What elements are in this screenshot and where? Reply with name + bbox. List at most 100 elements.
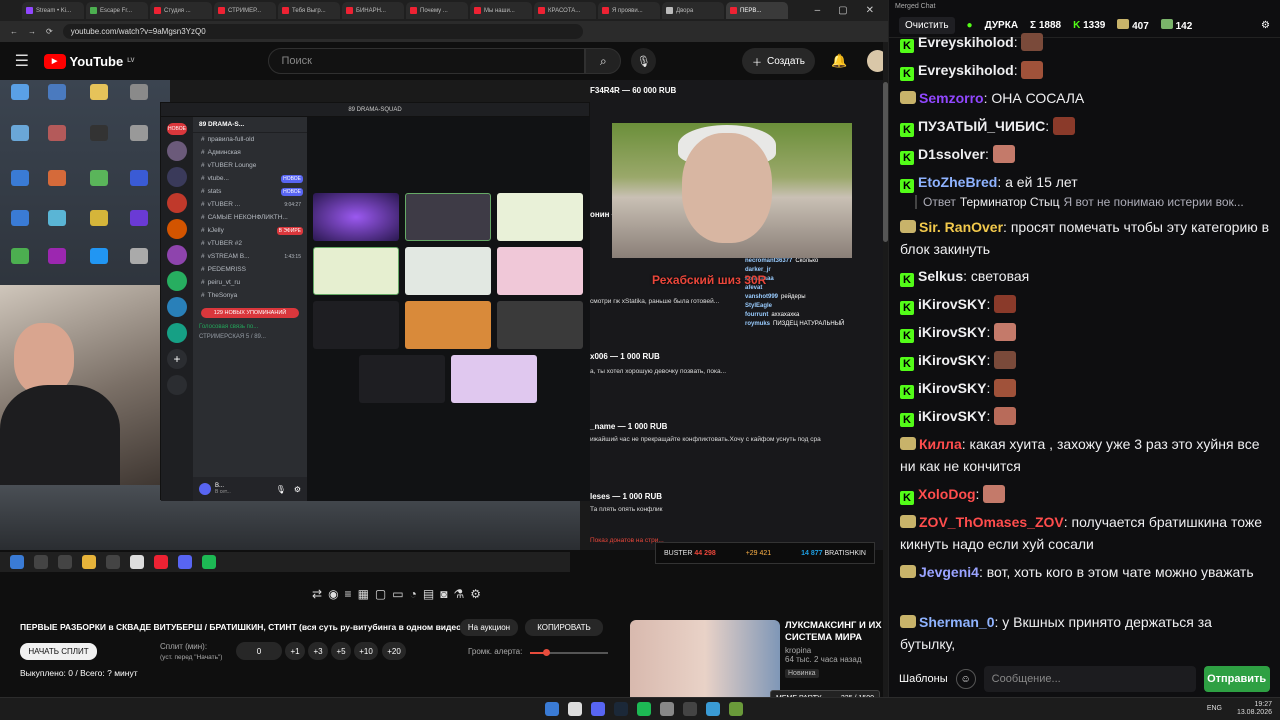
chrome-icon[interactable] (568, 702, 582, 716)
steam-icon[interactable] (614, 702, 628, 716)
emoji-icon[interactable]: ☺ (955, 669, 976, 689)
chat-username[interactable]: EtoZheBred (918, 174, 997, 190)
chat-username[interactable]: iKirovSKY (918, 296, 986, 312)
mic-icon[interactable]: 🎙 (276, 485, 286, 494)
split-input[interactable]: 0 (236, 642, 282, 660)
youtube-logo[interactable]: ▶ YouTube LV (43, 53, 134, 69)
channel-item[interactable]: # TheSonya (193, 289, 307, 302)
split-step-button[interactable]: +10 (354, 642, 378, 660)
participant-tile[interactable] (497, 247, 583, 295)
language-indicator[interactable]: ENG (1207, 705, 1222, 712)
clock[interactable]: 19:27 13.08.2026 (1237, 701, 1272, 717)
discord-server-name[interactable]: 89 DRAMA-S... (193, 117, 307, 133)
app-icon[interactable] (660, 702, 674, 716)
channel-item[interactable]: # vSTREAM B... 1:43:15 (193, 250, 307, 263)
browser-tab[interactable]: Мы наши... (470, 2, 532, 19)
participant-tile[interactable] (405, 247, 491, 295)
split-step-button[interactable]: +5 (331, 642, 351, 660)
channel-item[interactable]: # kJelly В ЭФИРЕ (193, 224, 307, 237)
chat-username[interactable]: Sherman_0 (919, 614, 994, 630)
browser-tab[interactable]: Stream • Ki... (22, 2, 84, 19)
browser-tab[interactable]: КРАСОТА... (534, 2, 596, 19)
settings-icon[interactable]: ⚙ (470, 587, 481, 601)
participant-tile[interactable] (497, 301, 583, 349)
subtitles-icon[interactable]: ▤ (423, 587, 434, 601)
participant-tile[interactable] (405, 193, 491, 241)
browser-tab[interactable]: Двора (662, 2, 724, 19)
address-bar[interactable]: youtube.com/watch?v=9aMgsn3YzQ0 (62, 24, 583, 39)
channel-item[interactable]: # vTUBER Lounge (193, 159, 307, 172)
discord-icon[interactable] (591, 702, 605, 716)
channel-item[interactable]: # vtube... НОВОЕ (193, 172, 307, 185)
split-step-button[interactable]: +3 (308, 642, 328, 660)
participant-tile[interactable] (313, 247, 399, 295)
participant-tile[interactable] (405, 301, 491, 349)
channel-item[interactable]: # vTUBER #2 (193, 237, 307, 250)
recommended-info[interactable]: ЛУКСМАКСИНГ И ИХ СИСТЕМА МИРА kropina 64… (785, 620, 885, 678)
audio-icon[interactable]: ◉ (328, 587, 338, 601)
chat-username[interactable]: ПУЗАТЫЙ_ЧИБИС (918, 118, 1045, 134)
browser-tab[interactable]: БИНАРН... (342, 2, 404, 19)
participant-tile[interactable] (359, 355, 445, 403)
browser-tab[interactable]: ПЕРВ... (726, 2, 788, 19)
microphone-icon[interactable]: 🎙 (631, 48, 656, 74)
server-icon[interactable] (167, 193, 187, 213)
participant-tile[interactable] (451, 355, 537, 403)
screenshot-icon[interactable]: ◙ (440, 587, 447, 601)
channel-item[interactable]: # Админская (193, 146, 307, 159)
start-split-button[interactable]: НАЧАТЬ СПЛИТ (20, 643, 97, 660)
browser-tab[interactable]: Тебя Выгр... (278, 2, 340, 19)
split-step-button[interactable]: +1 (285, 642, 305, 660)
speed-icon[interactable]: ◔ (410, 587, 417, 601)
back-icon[interactable]: ← (10, 27, 18, 36)
alert-volume-slider[interactable] (530, 649, 608, 656)
menu-icon[interactable]: ☰ (0, 51, 44, 71)
maximize-icon[interactable]: ▢ (838, 5, 847, 16)
server-icon[interactable] (167, 271, 187, 291)
spotify-icon[interactable] (637, 702, 651, 716)
chat-username[interactable]: iKirovSKY (918, 408, 986, 424)
clip-icon[interactable]: ▦ (358, 587, 369, 601)
playlist-icon[interactable]: ≡ (345, 587, 352, 601)
browser-tab[interactable]: Почему ... (406, 2, 468, 19)
mentions-banner[interactable]: 129 НОВЫХ УПОМИНАНИЙ (201, 308, 299, 318)
channel-item[interactable]: # peiru_vt_ru (193, 276, 307, 289)
forward-icon[interactable]: → (28, 27, 36, 36)
channel-item[interactable]: # САМЫЕ НЕКОНФЛИКТН... (193, 211, 307, 224)
server-icon[interactable] (167, 323, 187, 343)
chat-username[interactable]: ZOV_ThOmases_ZOV (919, 514, 1064, 530)
server-icon[interactable] (167, 141, 187, 161)
explore-icon[interactable] (167, 375, 187, 395)
chat-username[interactable]: Evreyskiholod (918, 62, 1014, 78)
channel-item[interactable]: # правила-full-old (193, 133, 307, 146)
minimize-icon[interactable]: – (815, 5, 821, 16)
chat-username[interactable]: XoloDog (918, 486, 976, 502)
app-icon[interactable] (706, 702, 720, 716)
user-avatar[interactable] (199, 483, 211, 495)
channel-item[interactable]: # vTUBER ... 9:04:27 (193, 198, 307, 211)
chat-username[interactable]: Килла (919, 436, 962, 452)
server-icon[interactable] (167, 219, 187, 239)
server-icon[interactable] (167, 167, 187, 187)
reload-icon[interactable]: ⟳ (46, 27, 53, 36)
notifications-icon[interactable]: 🔔 (831, 53, 847, 69)
templates-button[interactable]: Шаблоны (899, 673, 948, 685)
fullscreen-icon[interactable]: ▢ (375, 587, 386, 601)
loop-icon[interactable]: ⇄ (312, 587, 322, 601)
chat-username[interactable]: Evreyskiholod (918, 34, 1014, 50)
reply-reference[interactable]: Ответ Терминатор Стыц Я вот не понимаю ист… (915, 195, 1265, 209)
browser-tab[interactable]: Я прояви... (598, 2, 660, 19)
slider-knob[interactable] (543, 649, 551, 656)
chat-username[interactable]: Sir. RanOver (919, 219, 1003, 235)
video-player[interactable]: 89 DRAMA-SQUAD НОВОЕ + 89 DRAMA-S... # пр… (0, 80, 888, 550)
copy-button[interactable]: КОПИРОВАТЬ (525, 619, 603, 636)
close-icon[interactable]: ✕ (866, 5, 874, 16)
create-button[interactable]: ＋ Создать (741, 48, 815, 74)
app-icon[interactable] (729, 702, 743, 716)
flask-icon[interactable]: ⚗ (453, 587, 464, 601)
participant-tile[interactable] (313, 193, 399, 241)
browser-tab[interactable]: СТРИМЕР... (214, 2, 276, 19)
start-icon[interactable] (545, 702, 559, 716)
chat-username[interactable]: D1ssolver (918, 146, 985, 162)
chat-username[interactable]: Jevgeni4 (919, 564, 979, 580)
